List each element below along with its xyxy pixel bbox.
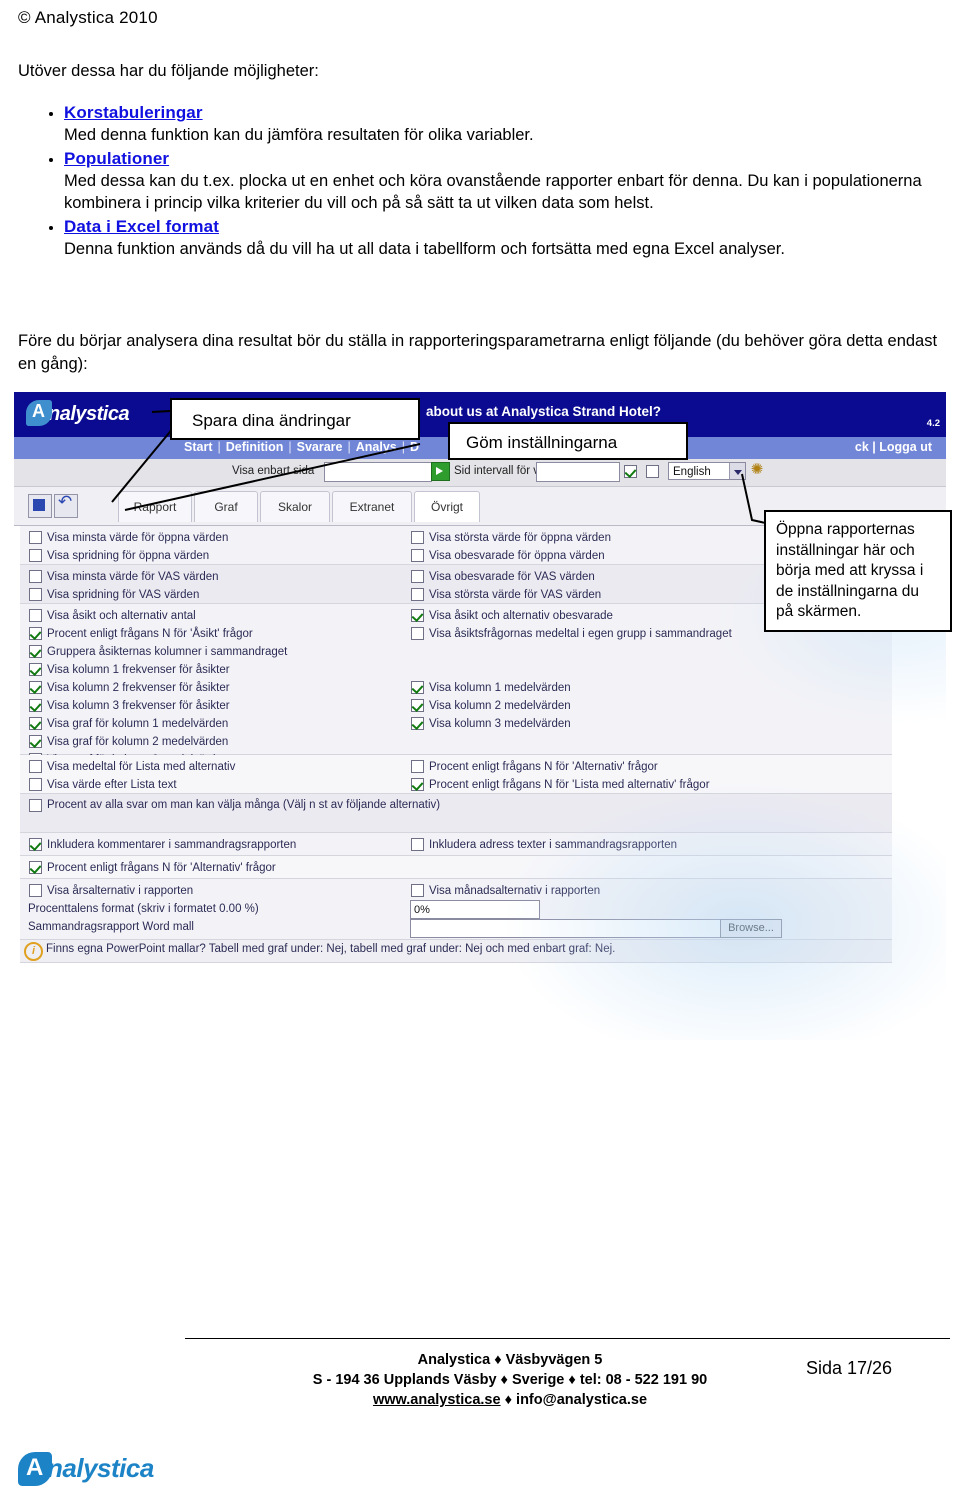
footer-website-link[interactable]: www.analystica.se — [373, 1392, 501, 1408]
footer-address: Analystica ♦ Väsbyvägen 5 S - 194 36 Upp… — [185, 1350, 835, 1410]
footer-email: ♦ info@analystica.se — [500, 1392, 648, 1408]
bullet-body-1: Med dessa kan du t.ex. plocka ut en enhe… — [64, 171, 922, 213]
bullet-body-2: Denna funktion används då du vill ha ut … — [64, 239, 785, 258]
callout-hide-settings: Göm inställningarna — [448, 422, 688, 460]
footer-logo-text: nalystica — [47, 1453, 154, 1483]
callout-leader-lines — [111, 408, 771, 525]
list-item: Korstabuleringar Med denna funktion kan … — [64, 102, 948, 147]
footer-line-3: www.analystica.se ♦ info@analystica.se — [185, 1390, 835, 1410]
footer-line-1: Analystica ♦ Väsbyvägen 5 — [417, 1352, 603, 1368]
analystica-a-icon — [18, 1452, 52, 1486]
footer-divider — [185, 1338, 950, 1339]
feature-bullet-list: Korstabuleringar Med denna funktion kan … — [18, 102, 948, 261]
page-copyright: © Analystica 2010 — [18, 8, 158, 27]
link-populationer[interactable]: Populationer — [64, 148, 169, 170]
list-item: Populationer Med dessa kan du t.ex. ploc… — [64, 148, 948, 215]
link-korstabuleringar[interactable]: Korstabuleringar — [64, 102, 203, 124]
list-item: Data i Excel format Denna funktion använ… — [64, 216, 948, 261]
page-number: Sida 17/26 — [806, 1358, 893, 1378]
link-data-i-excel-format[interactable]: Data i Excel format — [64, 216, 219, 238]
bullet-body-0: Med denna funktion kan du jämföra result… — [64, 126, 534, 144]
pre-screenshot-paragraph: Före du börjar analysera dina resultat b… — [18, 332, 938, 373]
footer-logo: nalystica — [18, 1452, 154, 1486]
footer-line-2: S - 194 36 Upplands Väsby ♦ Sverige ♦ te… — [312, 1372, 708, 1388]
callout-open-settings: Öppna rapporternas inställningar här och… — [764, 510, 952, 632]
intro-paragraph: Utöver dessa har du följande möjligheter… — [18, 62, 319, 80]
callout-save-changes: Spara dina ändringar — [170, 398, 420, 440]
